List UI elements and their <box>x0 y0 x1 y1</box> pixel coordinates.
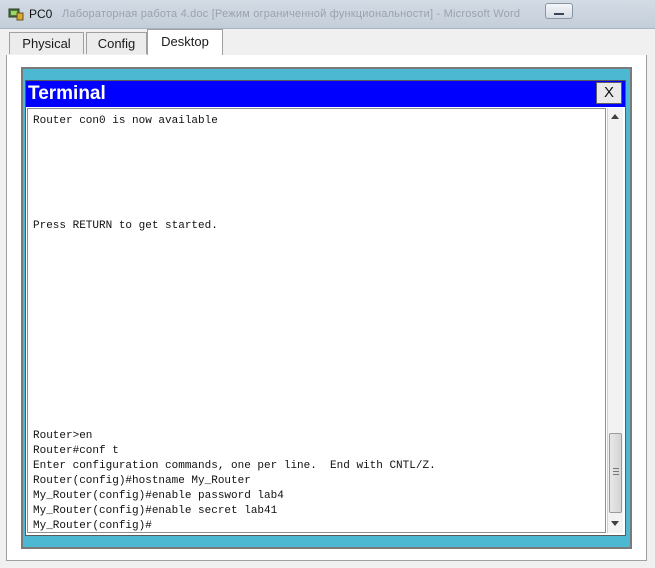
tab-config-label: Config <box>97 36 136 51</box>
terminal-line: My_Router(config)#enable password lab4 <box>33 490 284 502</box>
minimize-icon <box>554 13 564 15</box>
terminal-scrollbar[interactable] <box>607 108 623 533</box>
tab-desktop[interactable]: Desktop <box>147 29 223 55</box>
grip-line <box>613 468 619 469</box>
window-title: PC0 <box>29 7 53 21</box>
tab-physical-label: Physical <box>22 36 71 51</box>
grip-line <box>613 474 619 475</box>
terminal-line: Router(config)#hostname My_Router <box>33 475 251 487</box>
terminal-title: Terminal <box>28 83 106 104</box>
tab-config[interactable]: Config <box>86 32 147 54</box>
terminal-line: Router con0 is now available <box>33 115 218 127</box>
terminal-output[interactable]: Router con0 is now available Press RETUR… <box>27 108 606 533</box>
terminal-line: My_Router(config)#enable secret lab41 <box>33 505 278 517</box>
minimize-button[interactable] <box>545 3 573 19</box>
terminal-line: Router#conf t <box>33 445 119 457</box>
terminal-window: Terminal X Router con0 is now available … <box>25 80 626 536</box>
tab-strip: Physical Config Desktop <box>0 28 655 55</box>
background-window-title: Лабораторная работа 4.doc [Режим огранич… <box>62 8 521 20</box>
window-titlebar: PC0 Лабораторная работа 4.doc [Режим огр… <box>0 0 655 29</box>
scroll-down-icon[interactable] <box>611 521 619 526</box>
terminal-line: Enter configuration commands, one per li… <box>33 460 436 472</box>
close-icon: X <box>603 84 614 101</box>
close-button[interactable]: X <box>596 82 622 104</box>
terminal-line: Router>en <box>33 430 93 442</box>
scroll-thumb[interactable] <box>609 433 622 513</box>
terminal-header: Terminal X <box>26 81 625 107</box>
terminal-prompt-line: My_Router(config)# <box>33 520 152 532</box>
pc-app-icon <box>8 7 24 21</box>
scroll-up-icon[interactable] <box>611 114 619 119</box>
grip-line <box>613 471 619 472</box>
tab-desktop-label: Desktop <box>161 34 209 49</box>
terminal-line: Press RETURN to get started. <box>33 220 218 232</box>
tab-physical[interactable]: Physical <box>9 32 84 54</box>
